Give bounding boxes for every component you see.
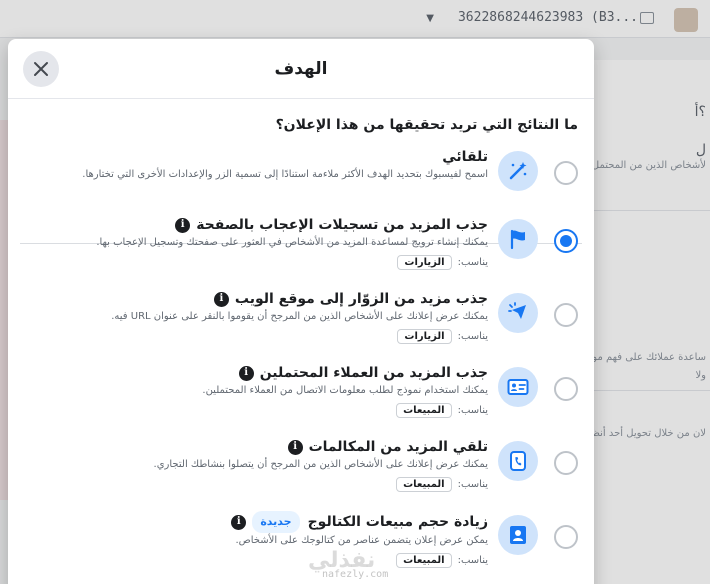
objective-option-automatic[interactable]: تلقائي اسمح لفيسبوك بتحديد الهدف الأكثر …	[8, 147, 594, 195]
option-text: زيادة حجم مبيعات الكتالوججديدةi يمكن عرض…	[18, 511, 488, 568]
radio-catalog-sales[interactable]	[554, 525, 578, 549]
option-description: يمكنك عرض إعلانك على الأشخاص الذين من ال…	[111, 311, 488, 322]
dialog-title: الهدف	[274, 59, 328, 79]
info-icon[interactable]: i	[238, 365, 254, 381]
fits-label: يناسب:	[457, 405, 488, 416]
fits-chip: المبيعات	[396, 553, 452, 568]
new-badge: جديدة	[252, 511, 300, 533]
fits-chip: الزيارات	[397, 329, 452, 344]
fits-row: يناسب: المبيعات	[18, 553, 488, 568]
fits-label: يناسب:	[457, 257, 488, 268]
objective-dialog: الهدف ما النتائج التي تريد تحقيقها من هذ…	[8, 39, 594, 584]
catalog-bag-icon	[498, 515, 538, 555]
phone-call-icon	[498, 441, 538, 481]
option-title: جذب مزيد من الزوّار إلى موقع الويبi	[18, 289, 488, 309]
option-text: جذب المزيد من تسجيلات الإعجاب بالصفحةi ي…	[18, 215, 488, 270]
option-text: تلقي المزيد من المكالماتi يمكنك عرض إعلا…	[18, 437, 488, 492]
contact-card-icon	[498, 367, 538, 407]
radio-website-visitors[interactable]	[554, 303, 578, 327]
objective-option-catalog-sales[interactable]: زيادة حجم مبيعات الكتالوججديدةi يمكن عرض…	[8, 511, 594, 573]
objective-option-calls[interactable]: تلقي المزيد من المكالماتi يمكنك عرض إعلا…	[8, 437, 594, 499]
option-title: تلقي المزيد من المكالماتi	[18, 437, 488, 457]
radio-leads[interactable]	[554, 377, 578, 401]
radio-page-likes[interactable]	[554, 229, 578, 253]
fits-label: يناسب:	[457, 331, 488, 342]
radio-calls[interactable]	[554, 451, 578, 475]
fits-row: يناسب: المبيعات	[18, 403, 488, 418]
option-title: جذب المزيد من العملاء المحتملينi	[18, 363, 488, 383]
magic-wand-icon	[498, 151, 538, 191]
objective-option-leads[interactable]: جذب المزيد من العملاء المحتملينi يمكنك ا…	[8, 363, 594, 425]
info-icon[interactable]: i	[231, 514, 247, 530]
option-description: يمكنك عرض إعلانك على الأشخاص الذين من ال…	[153, 459, 488, 470]
watermark-url: nafezly.com	[322, 569, 389, 580]
fits-chip: المبيعات	[396, 403, 452, 418]
fits-chip: المبيعات	[396, 477, 452, 492]
fits-row: يناسب: المبيعات	[18, 477, 488, 492]
option-title: زيادة حجم مبيعات الكتالوججديدةi	[18, 511, 488, 533]
fits-row: يناسب: الزيارات	[18, 255, 488, 270]
dialog-header: الهدف	[8, 39, 594, 99]
fits-row: يناسب: الزيارات	[18, 329, 488, 344]
option-text: جذب المزيد من العملاء المحتملينi يمكنك ا…	[18, 363, 488, 418]
option-text: جذب مزيد من الزوّار إلى موقع الويبi يمكن…	[18, 289, 488, 344]
option-description: يمكنك استخدام نموذج لطلب معلومات الاتصال…	[202, 385, 488, 396]
radio-automatic[interactable]	[554, 161, 578, 185]
option-description: يمكنك إنشاء ترويج لمساعدة المزيد من الأش…	[96, 237, 488, 248]
fits-label: يناسب:	[457, 479, 488, 490]
cursor-click-icon	[498, 293, 538, 333]
option-title: جذب المزيد من تسجيلات الإعجاب بالصفحةi	[18, 215, 488, 235]
objective-option-website-visitors[interactable]: جذب مزيد من الزوّار إلى موقع الويبi يمكن…	[8, 289, 594, 351]
fits-chip: الزيارات	[397, 255, 452, 270]
option-description: اسمح لفيسبوك بتحديد الهدف الأكثر ملاءمة …	[82, 169, 488, 180]
info-icon[interactable]: i	[175, 217, 191, 233]
info-icon[interactable]: i	[213, 291, 229, 307]
objective-question: ما النتائج التي تريد تحقيقها من هذا الإع…	[275, 117, 578, 133]
option-description: يمكن عرض إعلان يتضمن عناصر من كتالوجك عل…	[235, 535, 488, 546]
objective-option-page-likes[interactable]: جذب المزيد من تسجيلات الإعجاب بالصفحةi ي…	[8, 215, 594, 277]
option-text: تلقائي اسمح لفيسبوك بتحديد الهدف الأكثر …	[18, 147, 488, 182]
option-title: تلقائي	[442, 149, 488, 165]
flag-icon	[498, 219, 538, 259]
info-icon[interactable]: i	[287, 439, 303, 455]
fits-label: يناسب:	[457, 555, 488, 566]
